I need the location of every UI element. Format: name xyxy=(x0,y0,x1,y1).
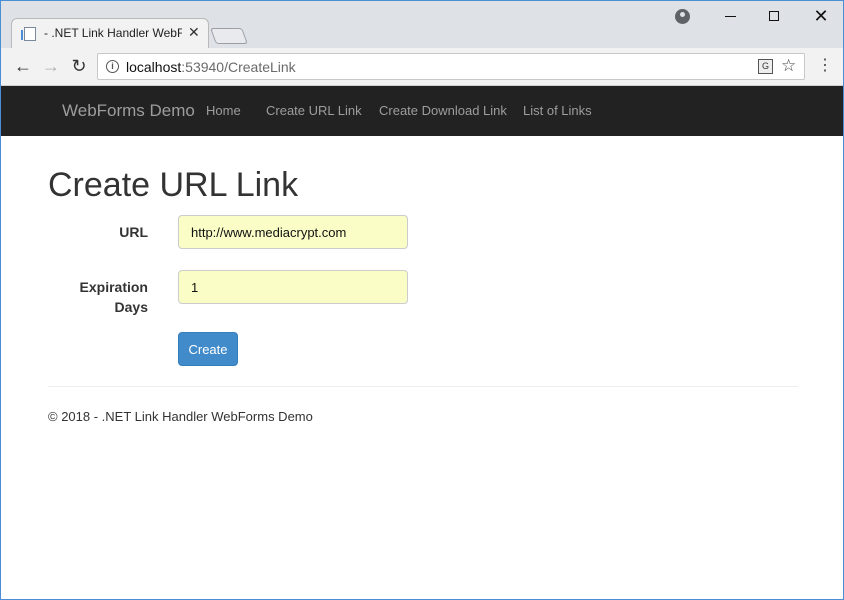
maximize-icon xyxy=(769,11,779,21)
page-title: Create URL Link xyxy=(48,166,299,204)
browser-tab[interactable]: - .NET Link Handler WebF ✕ xyxy=(11,18,209,48)
new-tab-button[interactable] xyxy=(210,28,248,44)
footer-text: © 2018 - .NET Link Handler WebForms Demo xyxy=(48,409,313,424)
back-button[interactable]: ← xyxy=(13,56,33,76)
maximize-button[interactable] xyxy=(763,5,787,27)
reload-button[interactable]: ↻ xyxy=(69,56,89,76)
url-label: URL xyxy=(119,224,148,240)
nav-create-download-link[interactable]: Create Download Link xyxy=(379,103,507,118)
tab-title: - .NET Link Handler WebF xyxy=(44,26,182,40)
url-input[interactable] xyxy=(178,215,408,249)
close-tab-icon[interactable]: ✕ xyxy=(188,24,200,41)
nav-home[interactable]: Home xyxy=(206,103,241,118)
page-icon xyxy=(21,27,36,41)
divider xyxy=(48,386,798,387)
url-path: :53940/CreateLink xyxy=(181,59,296,75)
minimize-button[interactable] xyxy=(719,5,743,27)
star-icon[interactable]: ☆ xyxy=(781,56,796,76)
minimize-icon xyxy=(725,16,736,17)
brand-link[interactable]: WebForms Demo xyxy=(62,101,195,121)
profile-icon[interactable] xyxy=(675,9,690,24)
url-text: localhost:53940/CreateLink xyxy=(126,59,296,75)
info-icon[interactable]: i xyxy=(106,60,119,73)
expiration-days-label: Expiration Days xyxy=(79,279,148,315)
translate-icon[interactable]: G xyxy=(758,59,773,74)
url-host: localhost xyxy=(126,59,182,75)
browser-toolbar: ← → ↻ i localhost:53940/CreateLink G ☆ ⋮ xyxy=(1,48,843,86)
kebab-menu-icon[interactable]: ⋮ xyxy=(817,56,833,76)
browser-window: - .NET Link Handler WebF ✕ ✕ ← → ↻ i loc… xyxy=(0,0,844,600)
title-bar: - .NET Link Handler WebF ✕ ✕ xyxy=(1,1,843,48)
address-bar[interactable]: i localhost:53940/CreateLink G ☆ xyxy=(97,53,805,80)
close-window-button[interactable]: ✕ xyxy=(809,5,833,27)
nav-list-of-links[interactable]: List of Links xyxy=(523,103,592,118)
site-navbar: WebForms Demo Home Create URL Link Creat… xyxy=(1,86,843,136)
nav-create-url-link[interactable]: Create URL Link xyxy=(266,103,362,118)
expiration-days-input[interactable] xyxy=(178,270,408,304)
forward-button[interactable]: → xyxy=(41,56,61,76)
create-button[interactable]: Create xyxy=(178,332,238,366)
